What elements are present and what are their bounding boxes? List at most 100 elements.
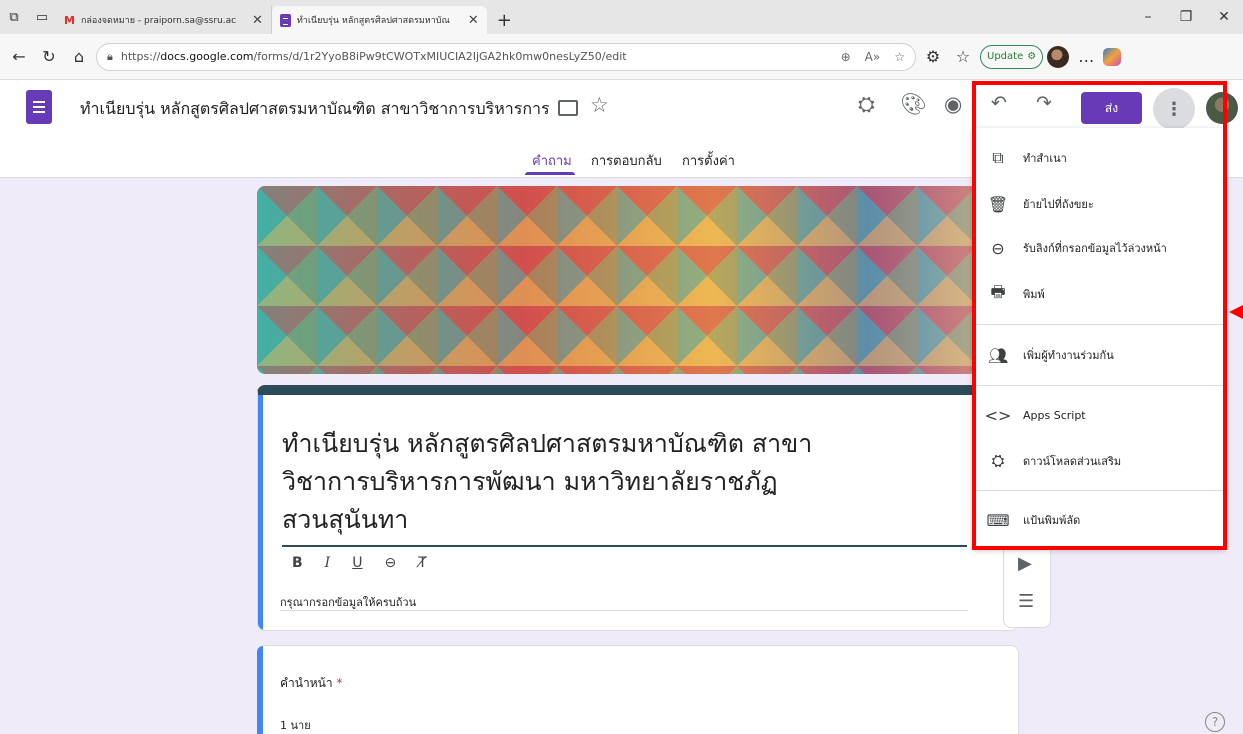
menu-item-label: ย้ายไปที่ถังขยะ [1023,198,1094,211]
tab-actions-icon[interactable]: ▭ [28,0,56,34]
tab-responses[interactable]: การตอบกลับ [591,150,662,171]
refresh-icon[interactable]: ↻ [36,44,62,70]
menu-item-label: พิมพ์ [1023,288,1045,301]
addon-puzzle-icon[interactable]: ⛭ [858,92,875,117]
browser-tab-strip: ⧉ ▭ M กล่องจดหมาย - praiporn.sa@ssru.ac … [0,0,1243,34]
preview-eye-icon[interactable]: ◉ [944,92,962,116]
update-button[interactable]: Update ⚙ [980,44,1044,69]
menu-item-label: ทำสำเนา [1023,152,1067,165]
restore-icon[interactable]: ❐ [1167,0,1205,34]
link-icon[interactable]: ⊖ [384,555,396,571]
copy-icon: ⧉ [992,148,1004,167]
browser-tab-title: กล่องจดหมาย - praiporn.sa@ssru.ac [80,16,237,26]
workspaces-icon[interactable]: ⧉ [0,0,28,34]
form-description[interactable]: กรุณากรอกข้อมูลให้ครบถ้วน [280,593,416,611]
new-tab-button[interactable]: + [487,6,522,34]
google-forms-icon [279,13,291,27]
window-controls: – ❐ ✕ [1129,0,1243,34]
address-bar-row: ← ↻ ⌂ 🔒︎ https://docs.google.com/forms/d… [0,34,1243,80]
google-forms-logo-icon[interactable] [26,90,52,124]
menu-item-apps-script[interactable]: <> Apps Script [973,393,1225,437]
more-vert-icon[interactable]: ⋮ [1153,88,1195,130]
palette-icon[interactable]: 🎨︎ [900,92,927,117]
menu-item-print[interactable]: 🖶︎ พิมพ์ [973,272,1225,316]
favorites-icon[interactable]: ☆ [950,44,976,70]
side-toolbar: ▶ ☰ [1003,540,1051,628]
active-tab-indicator [525,172,575,175]
close-tab-icon[interactable]: ✕ [468,13,479,28]
url-text: https://docs.google.com/forms/d/1r2YyoB8… [120,50,627,63]
star-icon[interactable]: ☆ [590,93,609,117]
account-avatar[interactable] [1206,92,1238,124]
read-aloud-icon[interactable]: A» [865,50,881,64]
add-video-icon[interactable]: ▶ [1018,553,1032,574]
browser-tab-title: ทำเนียบรุ่น หลักสูตรศิลปศาสตรมหาบัณ [296,16,450,26]
menu-item-add-collaborators[interactable]: 👥︎ เพิ่มผู้ทำงานร่วมกัน [973,333,1225,377]
favorite-star-icon[interactable]: ☆ [894,50,905,64]
trash-icon: 🗑︎ [987,194,1009,214]
zoom-icon[interactable]: ⊕ [841,50,851,64]
add-section-icon[interactable]: ☰ [1018,591,1034,612]
update-status-icon: ⚙ [1027,51,1037,62]
question-left-bar [257,646,263,734]
menu-divider [973,324,1225,325]
menu-item-get-addons[interactable]: ⛭ ดาวน์โหลดส่วนเสริม [973,439,1225,483]
send-button[interactable]: ส่ง [1081,92,1142,124]
description-underline [280,610,968,611]
question-option[interactable]: 1 นาย [280,716,311,734]
keyboard-icon: ⌨ [986,510,1010,530]
menu-divider [973,490,1225,491]
menu-item-make-copy[interactable]: ⧉ ทำสำเนา [973,136,1225,180]
question-card[interactable]: คำนำหน้า * 1 นาย [257,645,1019,734]
code-icon: <> [984,405,1012,425]
home-icon[interactable]: ⌂ [66,44,92,70]
bold-icon[interactable]: B [292,555,303,571]
form-header-image [257,186,1019,374]
menu-divider [973,385,1225,386]
menu-item-prefilled-link[interactable]: ⊖ รับลิงก์ที่กรอกข้อมูลไว้ล่วงหน้า [973,226,1225,270]
form-header-title[interactable]: ทำเนียบรุ่น หลักสูตรศิลปศาสตรมหาบัณฑิต ส… [80,97,550,122]
url-field[interactable]: 🔒︎ https://docs.google.com/forms/d/1r2Yy… [96,42,916,71]
close-tab-icon[interactable]: ✕ [252,13,263,28]
minimize-icon[interactable]: – [1129,0,1167,34]
annotation-arrow-icon [1229,305,1243,319]
page-scrollbar[interactable] [1235,180,1243,734]
back-icon[interactable]: ← [6,44,32,70]
folder-icon[interactable] [558,100,578,116]
menu-item-label: Apps Script [1023,408,1086,422]
lock-icon[interactable]: 🔒︎ [107,50,113,64]
browser-tab-gmail[interactable]: M กล่องจดหมาย - praiporn.sa@ssru.ac ✕ [56,6,272,34]
form-title[interactable]: ทำเนียบรุ่น หลักสูตรศิลปศาสตรมหาบัณฑิต ส… [282,425,972,539]
question-title: คำนำหน้า * [280,676,343,690]
close-window-icon[interactable]: ✕ [1205,0,1243,34]
menu-item-label: รับลิงก์ที่กรอกข้อมูลไว้ล่วงหน้า [1023,242,1167,255]
form-title-card: ทำเนียบรุ่น หลักสูตรศิลปศาสตรมหาบัณฑิต ส… [257,385,1019,631]
undo-icon[interactable]: ↶ [991,92,1007,114]
menu-item-label: แป้นพิมพ์ลัด [1023,514,1081,527]
more-options-icon[interactable]: … [1073,44,1099,70]
add-people-icon: 👥︎ [987,345,1009,365]
browser-tab-forms[interactable]: ทำเนียบรุ่น หลักสูตรศิลปศาสตรมหาบัณ ✕ [271,6,487,34]
tab-settings[interactable]: การตั้งค่า [682,150,735,171]
more-options-menu: ⧉ ทำสำเนา 🗑︎ ย้ายไปที่ถังขยะ ⊖ รับลิงก์ท… [973,128,1225,548]
gmail-icon: M [64,13,75,27]
redo-icon[interactable]: ↷ [1036,92,1052,114]
menu-item-move-to-trash[interactable]: 🗑︎ ย้ายไปที่ถังขยะ [973,182,1225,226]
addon-icon: ⛭ [991,451,1005,470]
underline-icon[interactable]: U [352,555,362,571]
required-mark: * [336,676,343,690]
format-toolbar: B I U ⊖ T̸ [292,555,427,571]
copilot-icon[interactable] [1103,47,1122,66]
title-underline [282,545,967,547]
italic-icon[interactable]: I [325,555,331,571]
clear-format-icon[interactable]: T̸ [418,555,427,571]
print-icon: 🖶︎ [990,281,1006,301]
menu-item-keyboard-shortcuts[interactable]: ⌨ แป้นพิมพ์ลัด [973,498,1225,542]
browser-profile-avatar[interactable] [1047,45,1070,68]
help-icon[interactable]: ? [1205,712,1225,732]
extensions-icon[interactable]: ⚙ [920,44,946,70]
menu-item-label: ดาวน์โหลดส่วนเสริม [1023,455,1122,468]
menu-item-label: เพิ่มผู้ทำงานร่วมกัน [1023,349,1114,362]
tab-questions[interactable]: คำถาม [532,150,572,171]
link-icon: ⊖ [991,238,1005,258]
